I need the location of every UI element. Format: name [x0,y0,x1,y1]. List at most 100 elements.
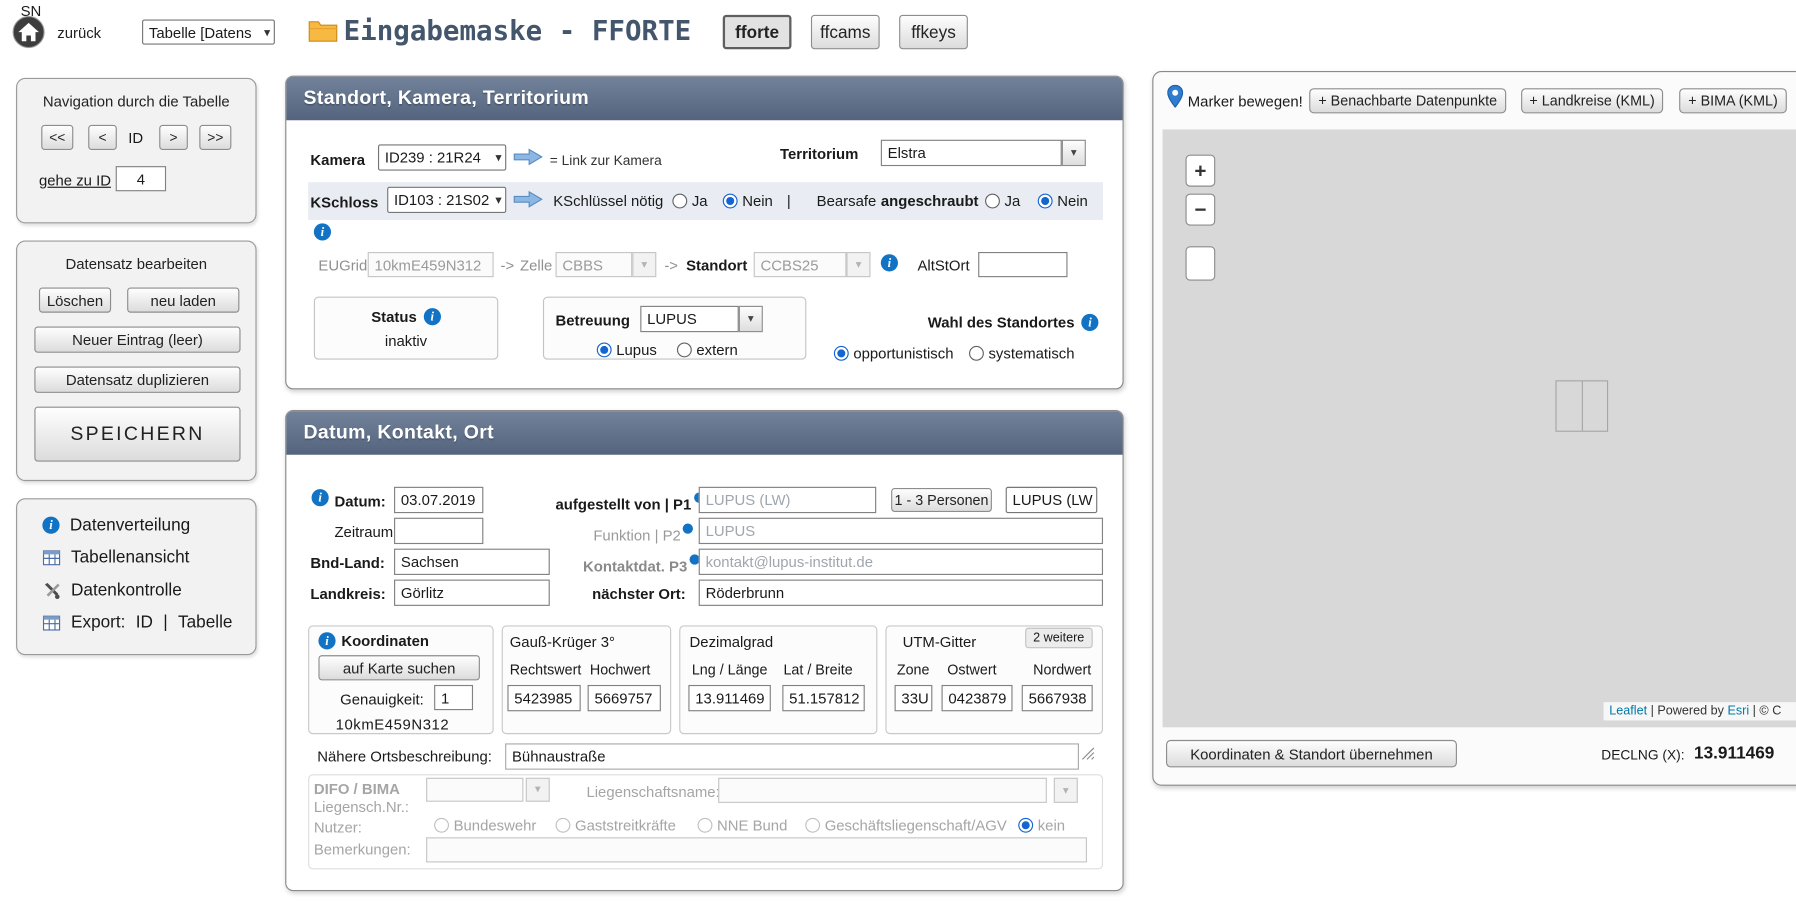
attribution-text: | © C [1749,704,1781,718]
benachbarte-datenpunkte-button[interactable]: + Benachbarte Datenpunkte [1309,88,1506,113]
bearsafe-radio-ja[interactable]: Ja [985,192,1020,209]
app-tab-ffkeys[interactable]: ffkeys [899,15,968,49]
zone-label: Zone [897,662,930,678]
resize-grip-icon[interactable] [1081,747,1095,764]
info-icon[interactable] [1081,314,1098,331]
landkreise-kml-button[interactable]: + Landkreise (KML) [1521,88,1663,113]
link-label: Tabellenansicht [71,548,189,567]
save-button[interactable]: SPEICHERN [34,407,240,462]
eugrid-label: EUGrid [318,257,367,274]
info-icon[interactable] [424,308,441,325]
p1-input[interactable]: LUPUS (LW) [699,487,877,513]
info-icon[interactable] [318,632,335,649]
kamera-select[interactable]: ID239 : 21R24 [378,144,506,170]
table-select[interactable]: Tabelle [Datens [142,19,275,44]
home-button[interactable] [11,15,45,49]
ortsbeschreibung-input[interactable]: Bühnaustraße [505,743,1079,769]
export-id-link[interactable]: ID [136,613,153,632]
arrow-text: -> [664,257,678,274]
nav-last-button[interactable]: >> [199,125,231,150]
app-tab-ffcams[interactable]: ffcams [811,15,880,49]
altstort-label: AltStOrt [917,257,969,274]
lng-input[interactable]: 13.911469 [688,685,770,711]
standort-panel-body: Kamera ID239 : 21R24 = Link zur Kamera T… [286,120,1122,390]
info-icon[interactable] [683,523,693,533]
p3-input[interactable]: kontakt@lupus-institut.de [699,549,1103,575]
bearsafe-radio-nein[interactable]: Nein [1038,192,1088,209]
p2-input[interactable]: LUPUS [699,518,1103,544]
link-datenverteilung[interactable]: Datenverteilung [42,515,190,534]
link-tabellenansicht[interactable]: Tabellenansicht [42,548,189,567]
reload-button[interactable]: neu laden [127,287,239,312]
map-canvas[interactable]: + − Leaflet | Powered by Esri | © C [1163,129,1796,727]
nav-next-button[interactable]: > [159,125,188,150]
radio-label: Ja [1005,192,1021,209]
territorium-input[interactable]: Elstra [881,140,1062,166]
wahl-radio-opportunistisch[interactable]: opportunistisch [834,345,954,362]
goto-id-link[interactable]: gehe zu ID [39,172,111,189]
leaflet-link[interactable]: Leaflet [1609,704,1647,718]
betreuung-radio-extern[interactable]: extern [677,341,738,358]
lat-input[interactable]: 51.157812 [782,685,864,711]
info-icon[interactable] [312,489,329,506]
separator-pipe: | [787,192,791,209]
zoom-out-button[interactable]: − [1185,194,1215,226]
nav-panel: Navigation durch die Tabelle << < ID > >… [16,78,257,223]
back-link[interactable]: zurück [57,24,101,41]
nav-first-button[interactable]: << [41,125,73,150]
kschluessel-radio-nein[interactable]: Nein [723,192,773,209]
betreuung-radio-lupus[interactable]: Lupus [597,341,657,358]
rechtswert-input[interactable]: 5423985 [507,685,580,711]
map-extra-control-button[interactable] [1185,246,1215,280]
landkreis-input[interactable]: Görlitz [394,580,550,606]
koordinaten-uebernehmen-button[interactable]: Koordinaten & Standort übernehmen [1166,740,1457,767]
standort-label: Standort [686,257,747,274]
zeitraum-input[interactable] [394,518,483,544]
karte-suchen-button[interactable]: auf Karte suchen [318,655,480,680]
bundesland-input[interactable]: Sachsen [394,549,550,575]
p1-select[interactable]: LUPUS (LW [1006,487,1098,513]
app-tab-fforte[interactable]: fforte [723,15,792,49]
territorium-dropdown-button[interactable] [1062,140,1086,166]
wahl-standort-label: Wahl des Standortes [928,314,1075,331]
kontaktdat-label: Kontaktdat. P3 [583,558,687,575]
genauigkeit-input[interactable]: 1 [434,685,473,710]
esri-link[interactable]: Esri [1727,704,1749,718]
wahl-radio-systematisch[interactable]: systematisch [969,345,1075,362]
weitere-button[interactable]: 2 weitere [1025,628,1092,649]
ostwert-input[interactable]: 0423879 [942,685,1013,711]
standort-dropdown-button [846,252,870,277]
arrow-right-icon [513,148,543,170]
delete-button[interactable]: Löschen [39,287,111,312]
datum-input[interactable]: 03.07.2019 [394,487,483,513]
kschloss-select[interactable]: ID103 : 21S02 [387,187,506,213]
duplicate-button[interactable]: Datensatz duplizieren [34,367,240,393]
new-entry-button[interactable]: Neuer Eintrag (leer) [34,326,240,352]
nutzer-radio-bundeswehr: Bundeswehr [434,817,536,834]
goto-id-input[interactable]: 4 [116,166,166,191]
gauss-krueger-title: Gauß-Krüger 3° [510,633,615,650]
hochwert-input[interactable]: 5669757 [588,685,661,711]
map-tile-outline [1555,380,1608,432]
ort-input[interactable]: Röderbrunn [699,580,1103,606]
betreuung-input[interactable]: LUPUS [640,306,739,332]
link-datenkontrolle[interactable]: Datenkontrolle [42,581,181,600]
nav-prev-button[interactable]: < [88,125,117,150]
radio-icon [805,818,820,833]
landkreis-label: Landkreis: [310,585,385,602]
personen-button[interactable]: 1 - 3 Personen [891,488,992,512]
declng-label: DECLNG (X): [1601,747,1684,763]
export-table-link[interactable]: Tabelle [178,613,232,632]
betreuung-dropdown-button[interactable] [739,306,763,332]
liegenschaftsnr-dropdown-button [526,778,550,802]
bima-kml-button[interactable]: + BIMA (KML) [1679,88,1787,113]
zone-input[interactable]: 33U [895,685,933,711]
info-icon[interactable] [314,223,331,240]
info-icon[interactable] [881,254,898,271]
eugrid-input: 10kmE459N312 [368,252,494,277]
nordwert-input[interactable]: 5667938 [1022,685,1093,711]
zoom-in-button[interactable]: + [1185,155,1215,187]
kschluessel-radio-ja[interactable]: Ja [672,192,707,209]
table-icon [42,548,60,566]
altstort-input[interactable] [978,252,1067,277]
